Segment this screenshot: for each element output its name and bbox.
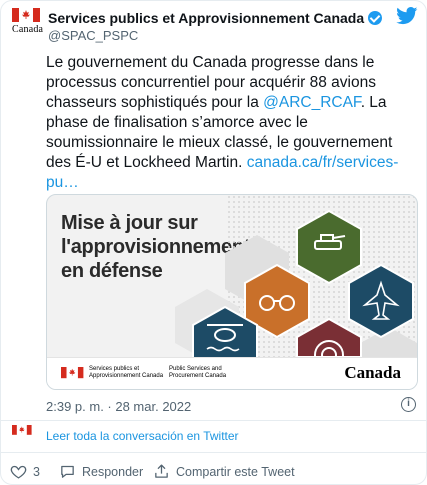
info-icon[interactable]: i	[401, 397, 416, 412]
media-footer: Services publics et Approvisionnement Ca…	[47, 357, 417, 389]
divider	[0, 452, 427, 453]
avatar-wordmark: Canada	[12, 24, 44, 35]
read-conversation-link[interactable]: Leer toda la conversación en Twitter	[46, 429, 239, 443]
share-button[interactable]: Compartir este Tweet	[153, 463, 295, 480]
footer-fr-line-1: Services publics et	[89, 366, 140, 372]
author-name[interactable]: Services publics et Approvisionnement Ca…	[48, 10, 383, 26]
footer-text-en: Public Services and Procurement Canada	[169, 366, 226, 380]
like-button[interactable]: 3	[10, 463, 40, 480]
hexagon-graphic	[175, 195, 417, 357]
canada-wordmark: Canada	[344, 363, 401, 382]
footer-en-line-1: Public Services and	[169, 366, 222, 372]
mention-link[interactable]: @ARC_RCAF	[263, 94, 361, 111]
verified-badge-icon	[368, 11, 383, 25]
footer-text-fr: Services publics et Approvisionnement Ca…	[89, 366, 163, 380]
share-icon	[155, 464, 168, 478]
author-name-text[interactable]: Services publics et Approvisionnement Ca…	[48, 10, 364, 26]
like-count: 3	[33, 464, 40, 479]
heart-icon	[10, 465, 27, 479]
share-label: Compartir este Tweet	[176, 464, 295, 479]
twitter-bird-icon[interactable]	[396, 7, 418, 25]
canada-flag-icon	[12, 8, 40, 22]
small-avatar	[12, 425, 40, 439]
author-handle[interactable]: @SPAC_PSPC	[48, 28, 138, 43]
footer-flag-icon	[61, 367, 84, 379]
media-image[interactable]: Mise à jour sur l'approvisionnement en d…	[46, 194, 418, 390]
divider	[0, 420, 427, 421]
tweet-timestamp[interactable]: 2:39 p. m. · 28 mar. 2022	[46, 399, 191, 414]
small-flag-icon	[12, 425, 32, 435]
reply-button[interactable]: Responder	[59, 463, 143, 480]
tweet-text: Le gouvernement du Canada progresse dans…	[46, 53, 416, 193]
reply-icon	[61, 465, 74, 478]
footer-en-line-2: Procurement Canada	[169, 373, 227, 379]
footer-fr-line-2: Approvisionnement Canada	[89, 373, 164, 379]
reply-label: Responder	[82, 464, 144, 479]
avatar[interactable]: Canada	[12, 8, 44, 42]
